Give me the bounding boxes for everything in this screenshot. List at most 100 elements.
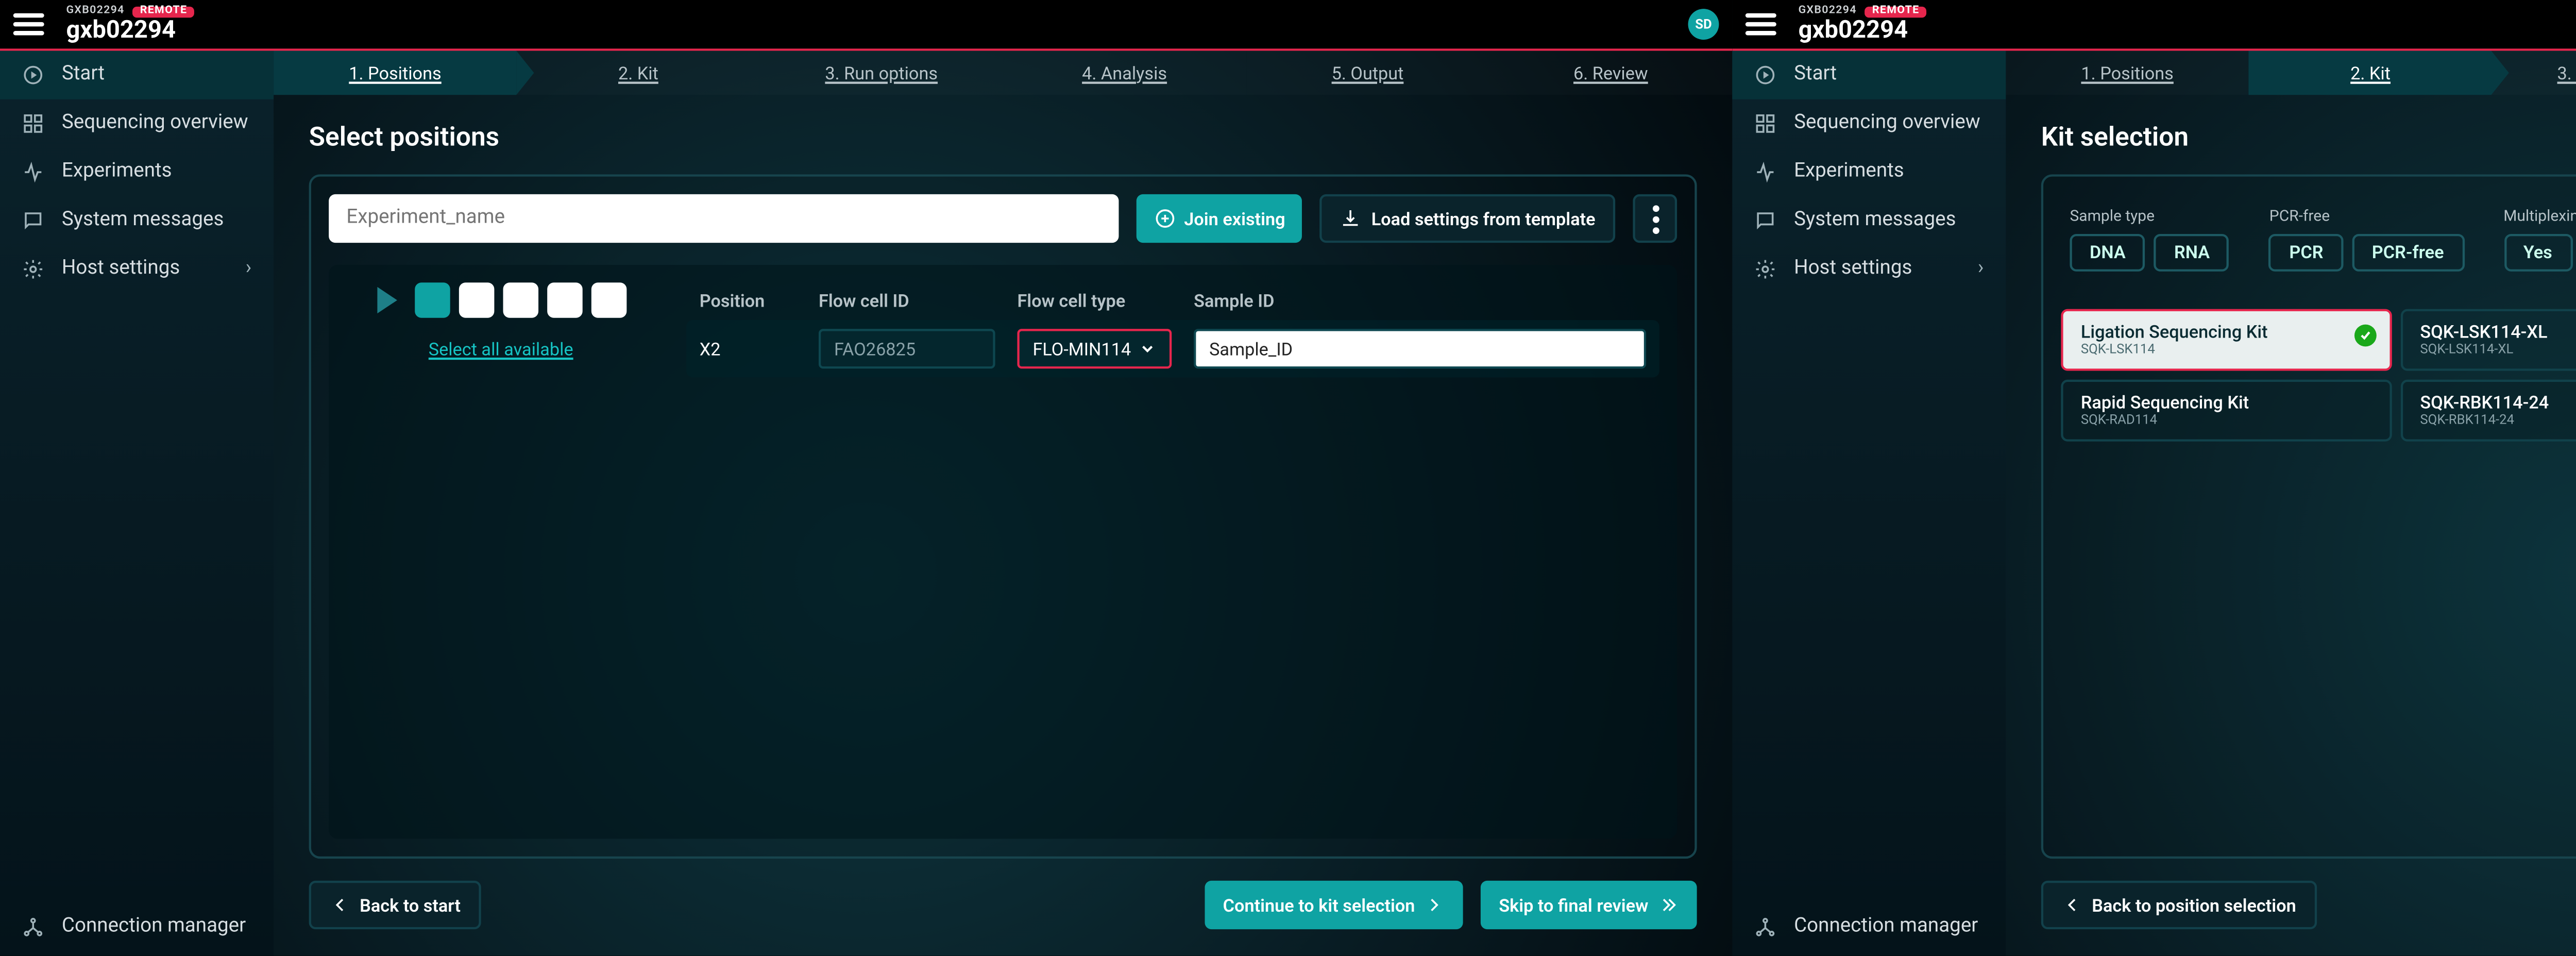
- select-all-link[interactable]: Select all available: [429, 340, 573, 360]
- filter-pcrfree[interactable]: PCR-free: [2352, 234, 2464, 272]
- connection-manager[interactable]: Connection manager: [1732, 898, 2006, 955]
- step-run-options[interactable]: 3. Run options: [760, 51, 1003, 95]
- kebab-icon: [1652, 204, 1658, 233]
- sidebar-item-messages[interactable]: System messages: [0, 196, 274, 245]
- flow-cell-id-input[interactable]: FAO26825: [819, 329, 995, 368]
- sidebar-item-label: Sequencing overview: [62, 112, 248, 135]
- sidebar-item-label: System messages: [1794, 210, 1956, 232]
- load-template-button[interactable]: Load settings from template: [1320, 194, 1615, 243]
- connection-manager[interactable]: Connection manager: [0, 898, 274, 955]
- sidebar-item-messages[interactable]: System messages: [1732, 196, 2006, 245]
- avatar[interactable]: SD: [1688, 9, 1719, 40]
- header: GXB02294 REMOTE gxb02294 SD: [0, 0, 1732, 48]
- network-icon: [1754, 916, 1776, 938]
- cell-position: X2: [700, 339, 796, 359]
- slot-3[interactable]: [502, 282, 537, 318]
- join-existing-button[interactable]: Join existing: [1136, 194, 1303, 243]
- step-kit[interactable]: 2. Kit: [2249, 51, 2492, 95]
- sidebar-item-sequencing[interactable]: Sequencing overview: [1732, 99, 2006, 148]
- kit-card[interactable]: SQK-LSK114-XL SQK-LSK114-XL: [2400, 309, 2576, 371]
- chevron-left-icon: [329, 894, 351, 916]
- position-slots: [376, 282, 625, 318]
- step-positions[interactable]: 1. Positions: [2006, 51, 2249, 95]
- step-review[interactable]: 6. Review: [1489, 51, 1732, 95]
- connection-label: Connection manager: [1794, 916, 1978, 938]
- screen-kit: GXB02294 REMOTE gxb02294 SD Start Sequen…: [1732, 0, 2576, 956]
- kit-grid: Ligation Sequencing Kit SQK-LSK114 SQK-L…: [2061, 309, 2576, 442]
- slot-4[interactable]: [546, 282, 582, 318]
- experiment-name-input[interactable]: [329, 194, 1118, 243]
- play-icon: [376, 287, 396, 313]
- menu-icon[interactable]: [1745, 13, 1776, 36]
- sidebar-item-start[interactable]: Start: [0, 51, 274, 99]
- activity-icon: [22, 161, 44, 183]
- step-output[interactable]: 5. Output: [1246, 51, 1489, 95]
- kit-card[interactable]: Rapid Sequencing Kit SQK-RAD114: [2061, 380, 2391, 442]
- back-button[interactable]: Back to start: [309, 881, 481, 929]
- sidebar-item-sequencing[interactable]: Sequencing overview: [0, 99, 274, 148]
- chevron-right-icon: ›: [246, 258, 252, 280]
- double-chevron-right-icon: [1657, 894, 1680, 916]
- continue-button[interactable]: Continue to kit selection: [1205, 881, 1463, 929]
- filter-pcr-free: PCR-free PCR PCR-free: [2269, 208, 2464, 272]
- chevron-right-icon: ›: [1978, 258, 1984, 280]
- step-positions[interactable]: 1. Positions: [274, 51, 517, 95]
- message-icon: [1754, 210, 1776, 232]
- network-icon: [22, 916, 44, 938]
- connection-label: Connection manager: [62, 916, 246, 938]
- filter-pcr[interactable]: PCR: [2269, 234, 2343, 272]
- host-name: gxb02294: [1799, 18, 1926, 42]
- positions-panel: Join existing Load settings from templat…: [309, 174, 1697, 859]
- chevron-right-icon: [1424, 894, 1446, 916]
- sidebar: Start Sequencing overview Experiments Sy…: [1732, 51, 2006, 956]
- play-circle-icon: [1754, 64, 1776, 86]
- filter-sample-type: Sample type DNA RNA: [2070, 208, 2229, 272]
- col-sample-id: Sample ID: [1194, 291, 1646, 311]
- menu-icon[interactable]: [13, 13, 44, 36]
- gear-icon: [1754, 258, 1776, 280]
- filter-multiplexing: Multiplexing Yes No: [2503, 208, 2576, 272]
- page-title: Kit selection: [2041, 122, 2576, 153]
- slot-5[interactable]: [590, 282, 626, 318]
- sidebar-item-host-settings[interactable]: Host settings ›: [0, 245, 274, 293]
- sidebar-item-host-settings[interactable]: Host settings ›: [1732, 245, 2006, 293]
- screen-positions: GXB02294 REMOTE gxb02294 SD Start Sequen…: [0, 0, 1732, 956]
- stepper: 1. Positions 2. Kit 3. Run options 4. An…: [274, 51, 1732, 95]
- flow-cell-type-select[interactable]: FLO-MIN114: [1017, 329, 1172, 368]
- activity-icon: [1754, 161, 1776, 183]
- grid-icon: [22, 112, 44, 135]
- skip-button[interactable]: Skip to final review: [1481, 881, 1697, 929]
- filter-dna[interactable]: DNA: [2070, 234, 2145, 272]
- slot-2[interactable]: [458, 282, 494, 318]
- kit-card[interactable]: Ligation Sequencing Kit SQK-LSK114: [2061, 309, 2391, 371]
- filter-multi-yes[interactable]: Yes: [2503, 234, 2572, 272]
- sidebar-item-label: System messages: [62, 210, 224, 232]
- grid-header: Position Flow cell ID Flow cell type Sam…: [686, 282, 1659, 320]
- filter-rna[interactable]: RNA: [2154, 234, 2229, 272]
- step-kit[interactable]: 2. Kit: [517, 51, 760, 95]
- header: GXB02294 REMOTE gxb02294 SD: [1732, 0, 2576, 48]
- sidebar: Start Sequencing overview Experiments Sy…: [0, 51, 274, 956]
- more-menu-button[interactable]: [1633, 194, 1677, 243]
- sidebar-item-experiments[interactable]: Experiments: [1732, 148, 2006, 196]
- host-name: gxb02294: [66, 18, 194, 42]
- chevron-down-icon: [1139, 340, 1156, 358]
- sidebar-item-start[interactable]: Start: [1732, 51, 2006, 99]
- sample-id-input[interactable]: Sample_ID: [1194, 329, 1646, 368]
- back-button[interactable]: Back to position selection: [2041, 881, 2316, 929]
- sidebar-item-label: Experiments: [1794, 161, 1904, 183]
- col-flow-cell-id: Flow cell ID: [819, 291, 995, 311]
- step-analysis[interactable]: 4. Analysis: [1003, 51, 1246, 95]
- download-icon: [1341, 208, 1363, 230]
- slot-1[interactable]: [414, 282, 449, 318]
- stepper: 1. Positions 2. Kit 3. Run options 4. An…: [2006, 51, 2576, 95]
- col-position: Position: [700, 291, 796, 311]
- sidebar-item-experiments[interactable]: Experiments: [0, 148, 274, 196]
- kit-card[interactable]: SQK-RBK114-24 SQK-RBK114-24: [2400, 380, 2576, 442]
- play-circle-icon: [22, 64, 44, 86]
- gear-icon: [22, 258, 44, 280]
- col-flow-cell-type: Flow cell type: [1017, 291, 1172, 311]
- sidebar-item-label: Start: [1794, 64, 1837, 86]
- check-icon: [2354, 325, 2376, 347]
- sidebar-item-label: Host settings: [62, 258, 180, 280]
